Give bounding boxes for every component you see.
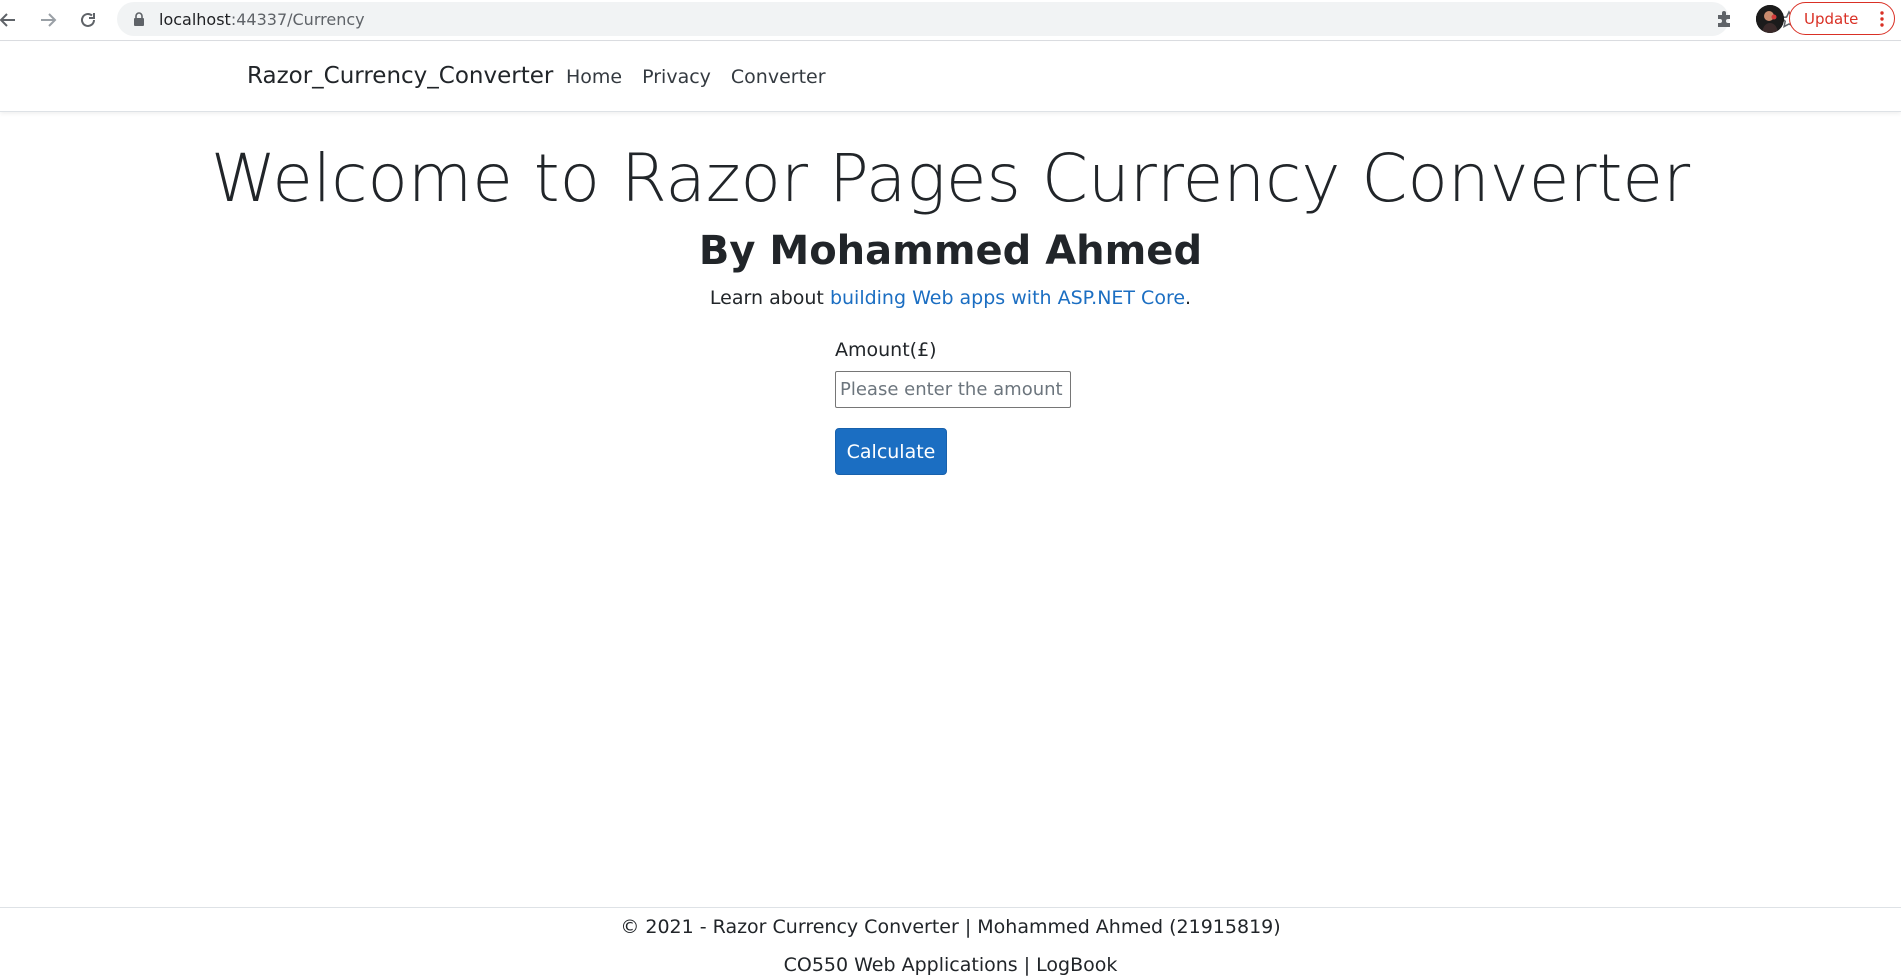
amount-label: Amount(£) bbox=[835, 339, 937, 361]
calculate-button[interactable]: Calculate bbox=[835, 428, 947, 475]
learn-link[interactable]: building Web apps with ASP.NET Core bbox=[830, 287, 1185, 309]
reload-icon bbox=[81, 12, 95, 27]
forward-button[interactable] bbox=[34, 6, 62, 34]
url-host: localhost bbox=[159, 10, 231, 29]
arrow-left-icon bbox=[0, 13, 15, 27]
url-path: :44337/Currency bbox=[230, 10, 365, 29]
learn-paragraph: Learn about building Web apps with ASP.N… bbox=[0, 287, 1901, 309]
learn-suffix: . bbox=[1185, 287, 1192, 309]
footer: © 2021 - Razor Currency Converter | Moha… bbox=[0, 907, 1901, 980]
update-button[interactable]: Update bbox=[1789, 2, 1895, 35]
arrow-right-icon bbox=[41, 13, 57, 27]
puzzle-icon[interactable] bbox=[1714, 8, 1736, 30]
nav-link-converter[interactable]: Converter bbox=[731, 66, 826, 88]
reload-button[interactable] bbox=[74, 6, 102, 34]
learn-prefix: Learn about bbox=[709, 287, 830, 309]
avatar[interactable] bbox=[1756, 5, 1784, 33]
navbar-brand[interactable]: Razor_Currency_Converter bbox=[247, 63, 553, 89]
amount-input[interactable] bbox=[835, 371, 1071, 408]
address-bar[interactable]: localhost:44337/Currency bbox=[117, 2, 1799, 36]
page-subtitle: By Mohammed Ahmed bbox=[698, 228, 1203, 274]
kebab-menu-icon bbox=[1880, 11, 1884, 27]
converter-form: Amount(£) Calculate bbox=[835, 339, 1075, 475]
nav-link-privacy[interactable]: Privacy bbox=[642, 66, 711, 88]
lock-icon[interactable] bbox=[131, 11, 147, 27]
site-navbar: Razor_Currency_Converter Home Privacy Co… bbox=[0, 42, 1901, 112]
profile-image bbox=[1756, 5, 1784, 33]
nav-link-home[interactable]: Home bbox=[566, 66, 622, 88]
nav-links: Home Privacy Converter bbox=[566, 66, 826, 88]
back-button[interactable] bbox=[0, 6, 22, 34]
page-title: Welcome to Razor Pages Currency Converte… bbox=[210, 140, 1691, 217]
url-text[interactable]: localhost:44337/Currency bbox=[159, 10, 365, 29]
browser-toolbar: localhost:44337/Currency Update bbox=[0, 0, 1901, 41]
footer-course: CO550 Web Applications | LogBook bbox=[783, 954, 1118, 976]
update-label: Update bbox=[1804, 9, 1859, 28]
footer-copyright: © 2021 - Razor Currency Converter | Moha… bbox=[620, 916, 1281, 938]
